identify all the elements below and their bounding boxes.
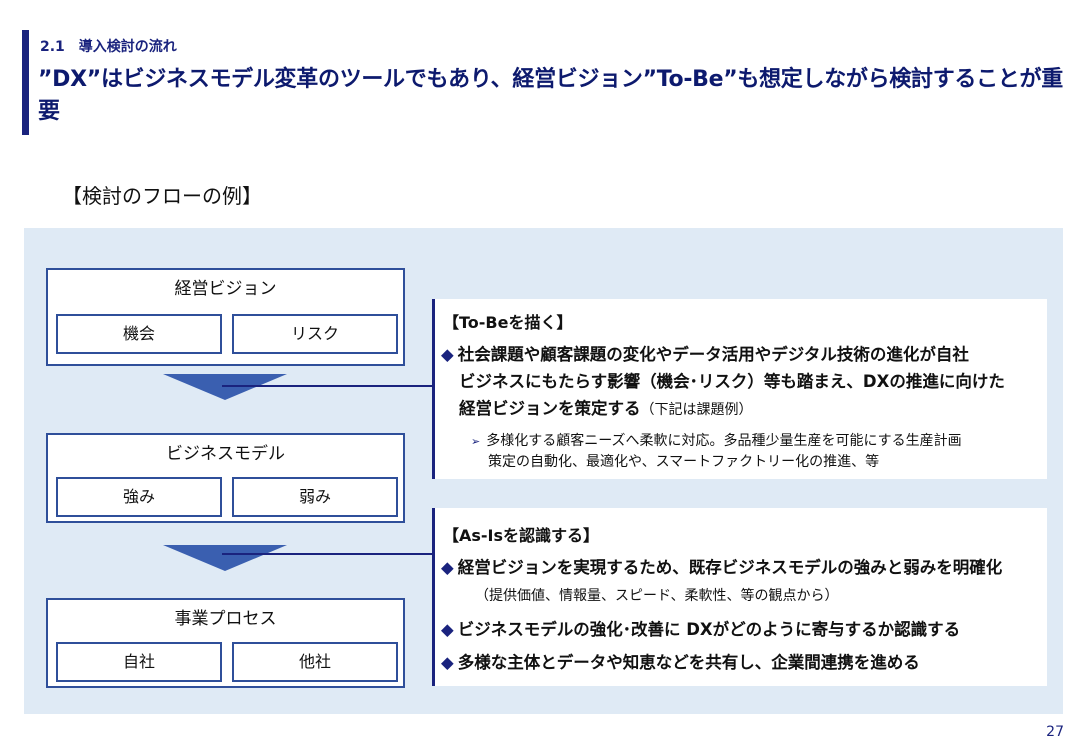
asis-bullet-3: ◆ 多様な主体とデータや知恵などを共有し、企業間連携を進める — [441, 649, 920, 676]
business-model-weakness-cell: 弱み — [232, 477, 398, 517]
tobe-bullet-1-line-1: 社会課題や顧客課題の変化やデータ活用やデジタル技術の進化が自社 — [457, 345, 969, 364]
process-other-company-cell: 他社 — [232, 642, 398, 682]
asis-bullet-2-text: ビジネスモデルの強化･改善に DXがどのように寄与するか認識する — [457, 620, 961, 639]
process-box: 事業プロセス 自社 他社 — [46, 598, 405, 688]
triangle-bullet-icon: ➢ — [471, 435, 481, 448]
asis-heading: 【As-Isを認識する】 — [443, 526, 600, 545]
process-box-title: 事業プロセス — [174, 609, 277, 629]
tobe-sub-line-1: 多様化する顧客ニーズへ柔軟に対応。多品種少量生産を可能にする生産計画 — [486, 433, 962, 449]
flow-arrow-2 — [163, 545, 287, 571]
asis-bullet-1: ◆ 経営ビジョンを実現するため、既存ビジネスモデルの強みと弱みを明確化 — [441, 554, 1002, 581]
connector-line-asis — [222, 553, 434, 555]
business-model-box-title: ビジネスモデル — [166, 444, 285, 464]
tobe-bullet-1-note: （下記は課題例） — [640, 402, 753, 418]
business-model-strength-cell: 強み — [56, 477, 222, 517]
section-label: 2.1 導入検討の流れ — [40, 39, 177, 55]
vision-risk-cell: リスク — [232, 314, 398, 354]
asis-bullet-2: ◆ ビジネスモデルの強化･改善に DXがどのように寄与するか認識する — [441, 616, 960, 643]
diamond-bullet-icon: ◆ — [441, 345, 454, 364]
tobe-bullet-1-line-2: ビジネスにもたらす影響（機会･リスク）等も踏まえ、DXの推進に向けた — [459, 372, 1005, 391]
flow-subtitle: 【検討のフローの例】 — [62, 184, 262, 208]
page-number: 27 — [1046, 724, 1064, 740]
tobe-bullet-1: ◆ 社会課題や顧客課題の変化やデータ活用やデジタル技術の進化が自社 ビジネスにもた… — [441, 341, 1005, 424]
tobe-heading: 【To-Beを描く】 — [443, 313, 573, 332]
tobe-sub-item: ➢ 多様化する顧客ニーズへ柔軟に対応。多品種少量生産を可能にする生産計画 策定の自… — [471, 431, 962, 472]
page-title: ”DX”はビジネスモデル変革のツールでもあり、経営ビジョン”To-Be”も想定し… — [38, 67, 1063, 124]
process-own-company-cell: 自社 — [56, 642, 222, 682]
vision-box-title: 経営ビジョン — [174, 279, 277, 299]
tobe-bullet-1-line-3: 経営ビジョンを策定する — [459, 399, 641, 418]
asis-bullet-3-text: 多様な主体とデータや知恵などを共有し、企業間連携を進める — [457, 653, 920, 672]
flow-arrow-1 — [163, 374, 287, 400]
diamond-bullet-icon: ◆ — [441, 653, 454, 672]
asis-bullet-1-text: 経営ビジョンを実現するため、既存ビジネスモデルの強みと弱みを明確化 — [457, 558, 1003, 577]
tobe-sub-line-2: 策定の自動化、最適化や、スマートファクトリー化の推進、等 — [488, 454, 880, 470]
title-accent-bar — [22, 30, 29, 135]
tobe-card: 【To-Beを描く】 ◆ 社会課題や顧客課題の変化やデータ活用やデジタル技術の進化… — [432, 299, 1047, 479]
asis-bullet-1-note: （提供価値、情報量、スピード、柔軟性、等の観点から） — [475, 588, 839, 604]
connector-line-tobe — [222, 385, 434, 387]
business-model-box: ビジネスモデル 強み 弱み — [46, 433, 405, 523]
diamond-bullet-icon: ◆ — [441, 620, 454, 639]
vision-opportunity-cell: 機会 — [56, 314, 222, 354]
asis-card: 【As-Isを認識する】 ◆ 経営ビジョンを実現するため、既存ビジネスモデルの強み… — [432, 508, 1047, 686]
diamond-bullet-icon: ◆ — [441, 558, 454, 577]
vision-box: 経営ビジョン 機会 リスク — [46, 268, 405, 366]
